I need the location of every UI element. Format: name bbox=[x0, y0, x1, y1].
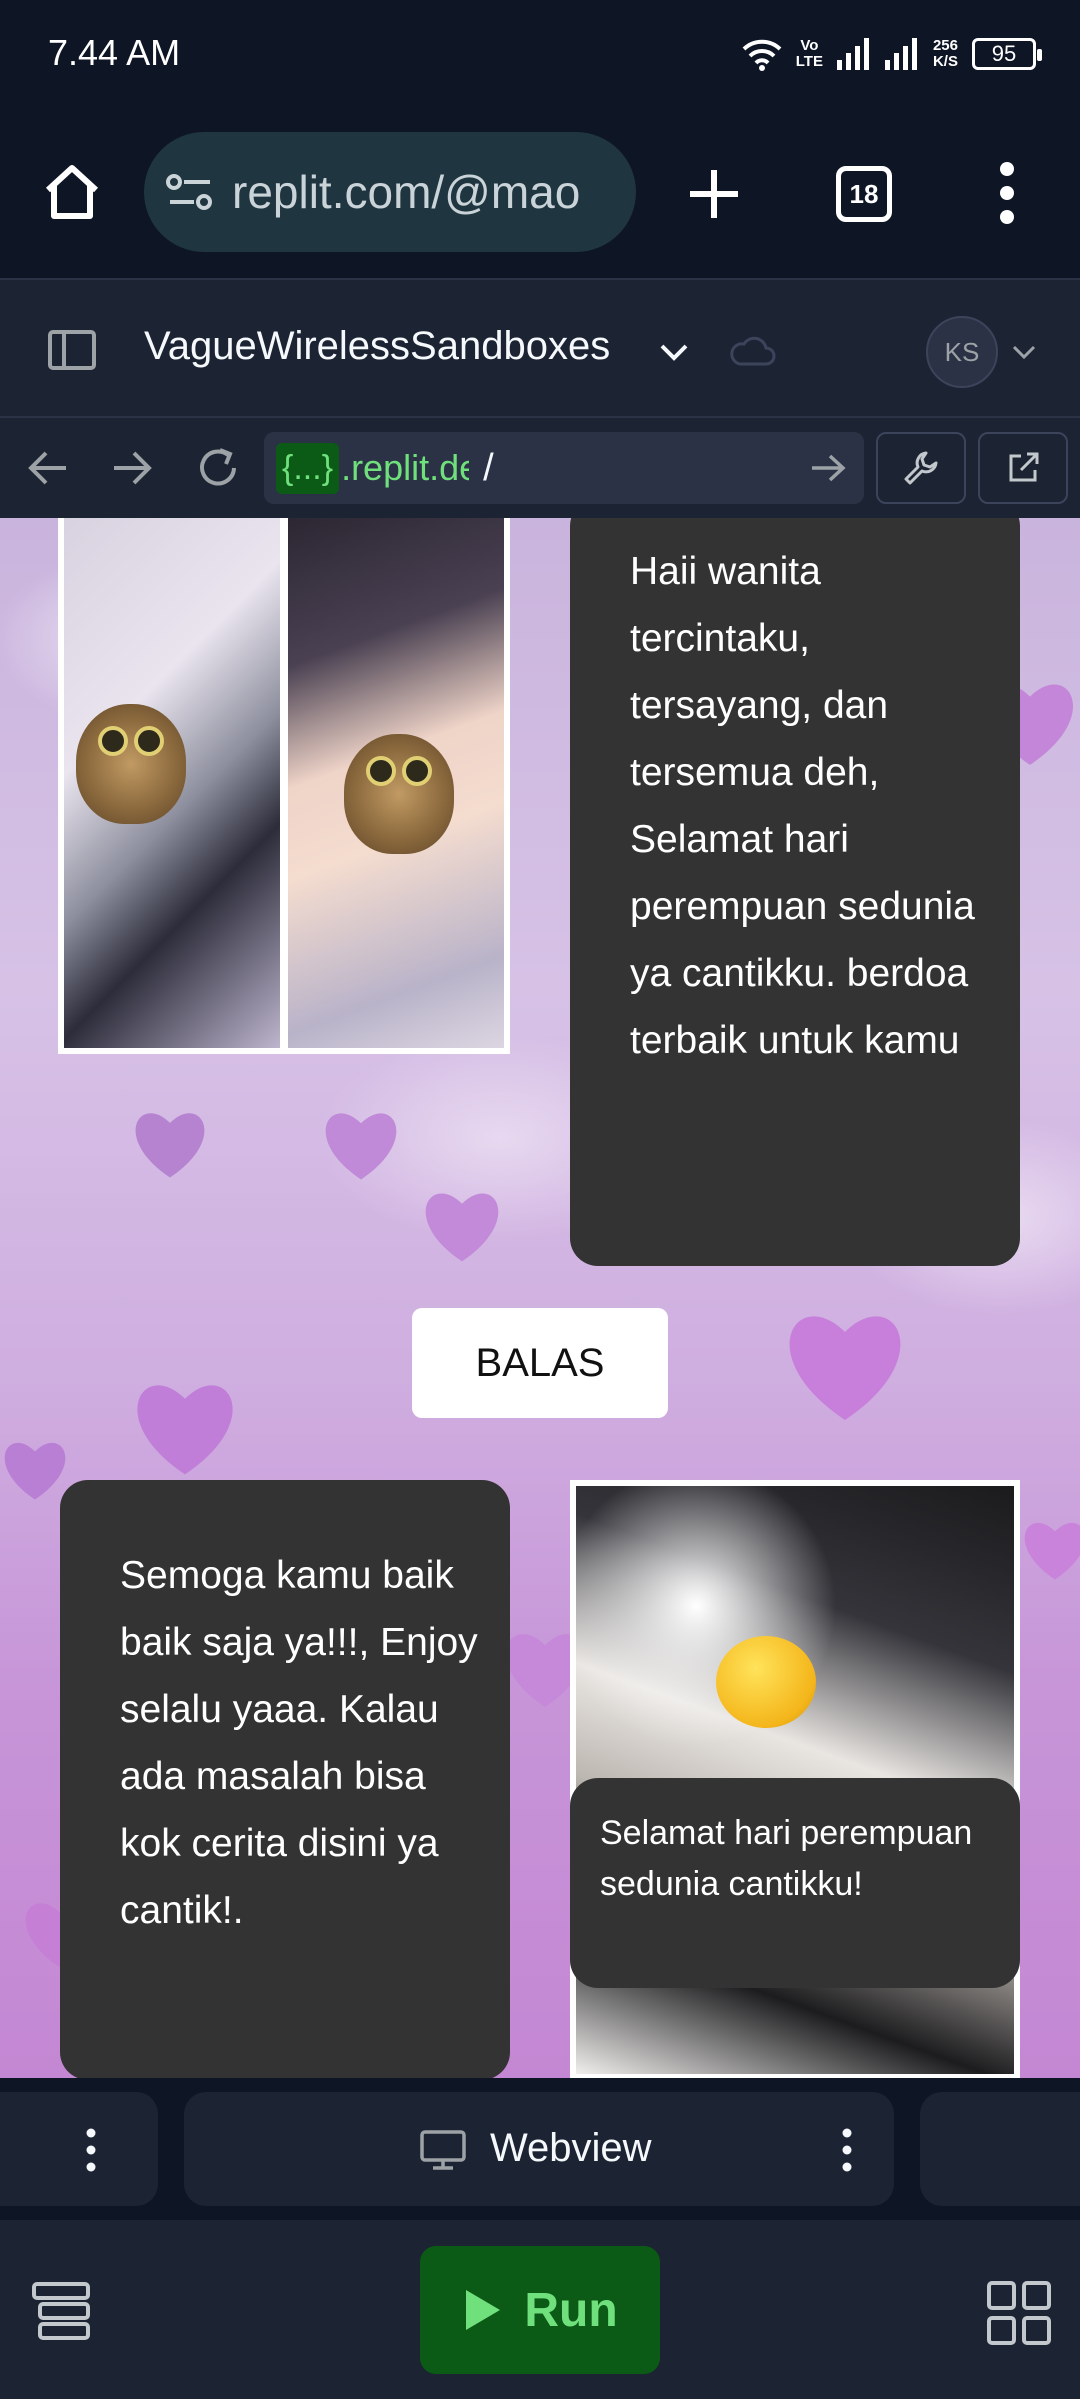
open-new-tab-button[interactable] bbox=[978, 432, 1068, 504]
url-host: .replit.dev bbox=[341, 447, 469, 488]
kebab-icon[interactable] bbox=[842, 2128, 852, 2172]
battery-icon: 95 bbox=[972, 38, 1042, 70]
url-path[interactable]: / bbox=[483, 447, 494, 490]
address-bar[interactable]: replit.com/@mao bbox=[144, 132, 636, 252]
photo-right-half bbox=[288, 518, 504, 1048]
browser-toolbar: replit.com/@mao 18 bbox=[0, 110, 1080, 278]
volte-indicator: Vo LTE bbox=[795, 37, 823, 70]
emoji-sticker bbox=[716, 1636, 816, 1728]
status-bar: 7.44 AM Vo LTE 256 K/S 95 bbox=[0, 0, 1080, 110]
heart-decoration bbox=[320, 1108, 402, 1182]
external-link-icon bbox=[1009, 452, 1039, 482]
new-tab-icon[interactable] bbox=[686, 166, 742, 222]
webview-url-field[interactable]: {...} .replit.dev / bbox=[264, 432, 864, 504]
back-arrow-icon[interactable] bbox=[26, 448, 70, 488]
kebab-icon[interactable] bbox=[86, 2128, 96, 2172]
play-icon bbox=[466, 2290, 501, 2330]
webview-navbar: {...} .replit.dev / bbox=[0, 418, 1080, 518]
photo-card bbox=[58, 518, 510, 1054]
status-time: 7.44 AM bbox=[48, 32, 181, 73]
webview-content: Haii wanita tercintaku, tersayang, dan t… bbox=[0, 518, 1080, 2078]
heart-decoration bbox=[420, 1188, 504, 1264]
forward-arrow-icon[interactable] bbox=[110, 448, 154, 488]
go-arrow-icon[interactable] bbox=[808, 448, 848, 488]
replit-header: VagueWirelessSandboxes KS bbox=[0, 278, 1080, 418]
heart-decoration bbox=[0, 1438, 70, 1502]
pane-tab-bar: Webview bbox=[0, 2078, 1080, 2220]
caption-card: Selamat hari perempuan sedunia cantikku! bbox=[570, 1778, 1020, 1988]
cloud-icon bbox=[730, 336, 776, 366]
cat-sticker bbox=[76, 704, 186, 824]
avatar[interactable]: KS bbox=[926, 316, 998, 388]
url-badge: {...} bbox=[276, 442, 340, 494]
repl-name[interactable]: VagueWirelessSandboxes bbox=[144, 324, 610, 369]
message-card: Semoga kamu baik baik saja ya!!!, Enjoy … bbox=[60, 1480, 510, 2078]
sidebar-toggle-icon[interactable] bbox=[48, 330, 96, 370]
wifi-icon bbox=[742, 39, 782, 71]
message-card: Haii wanita tercintaku, tersayang, dan t… bbox=[570, 518, 1020, 1266]
run-label: Run bbox=[524, 2283, 618, 2337]
heart-decoration bbox=[780, 1308, 910, 1424]
monitor-icon bbox=[420, 2130, 466, 2170]
wrench-icon bbox=[904, 451, 938, 485]
browser-menu-icon[interactable] bbox=[994, 160, 1020, 226]
heart-decoration bbox=[130, 1378, 240, 1478]
chevron-down-icon[interactable] bbox=[658, 336, 690, 368]
pane-tab-previous[interactable] bbox=[0, 2092, 158, 2206]
reply-button[interactable]: BALAS bbox=[412, 1308, 668, 1418]
status-icons: Vo LTE 256 K/S 95 bbox=[742, 32, 1042, 76]
bottom-toolbar: Run bbox=[0, 2220, 1080, 2399]
heart-decoration bbox=[1020, 1518, 1080, 1582]
signal-icon-1 bbox=[836, 38, 869, 70]
grid-icon[interactable] bbox=[986, 2280, 1052, 2346]
network-speed: 256 K/S bbox=[932, 37, 958, 70]
pane-tab-webview[interactable]: Webview bbox=[184, 2092, 894, 2206]
reload-icon[interactable] bbox=[194, 444, 242, 492]
cat-sticker bbox=[344, 734, 454, 854]
signal-icon-2 bbox=[884, 38, 917, 70]
photo-left-half bbox=[64, 518, 280, 1048]
home-icon[interactable] bbox=[40, 160, 104, 224]
account-chevron-icon[interactable] bbox=[1010, 340, 1038, 364]
site-settings-icon[interactable] bbox=[166, 172, 214, 212]
pane-tab-next[interactable] bbox=[920, 2092, 1080, 2206]
devtools-button[interactable] bbox=[876, 432, 966, 504]
url-text[interactable]: replit.com/@mao bbox=[232, 165, 580, 219]
pane-tab-label: Webview bbox=[490, 2126, 652, 2170]
layers-icon[interactable] bbox=[30, 2280, 92, 2342]
run-button[interactable]: Run bbox=[420, 2246, 660, 2374]
heart-decoration bbox=[130, 1108, 210, 1180]
tab-switcher-button[interactable]: 18 bbox=[836, 166, 892, 222]
